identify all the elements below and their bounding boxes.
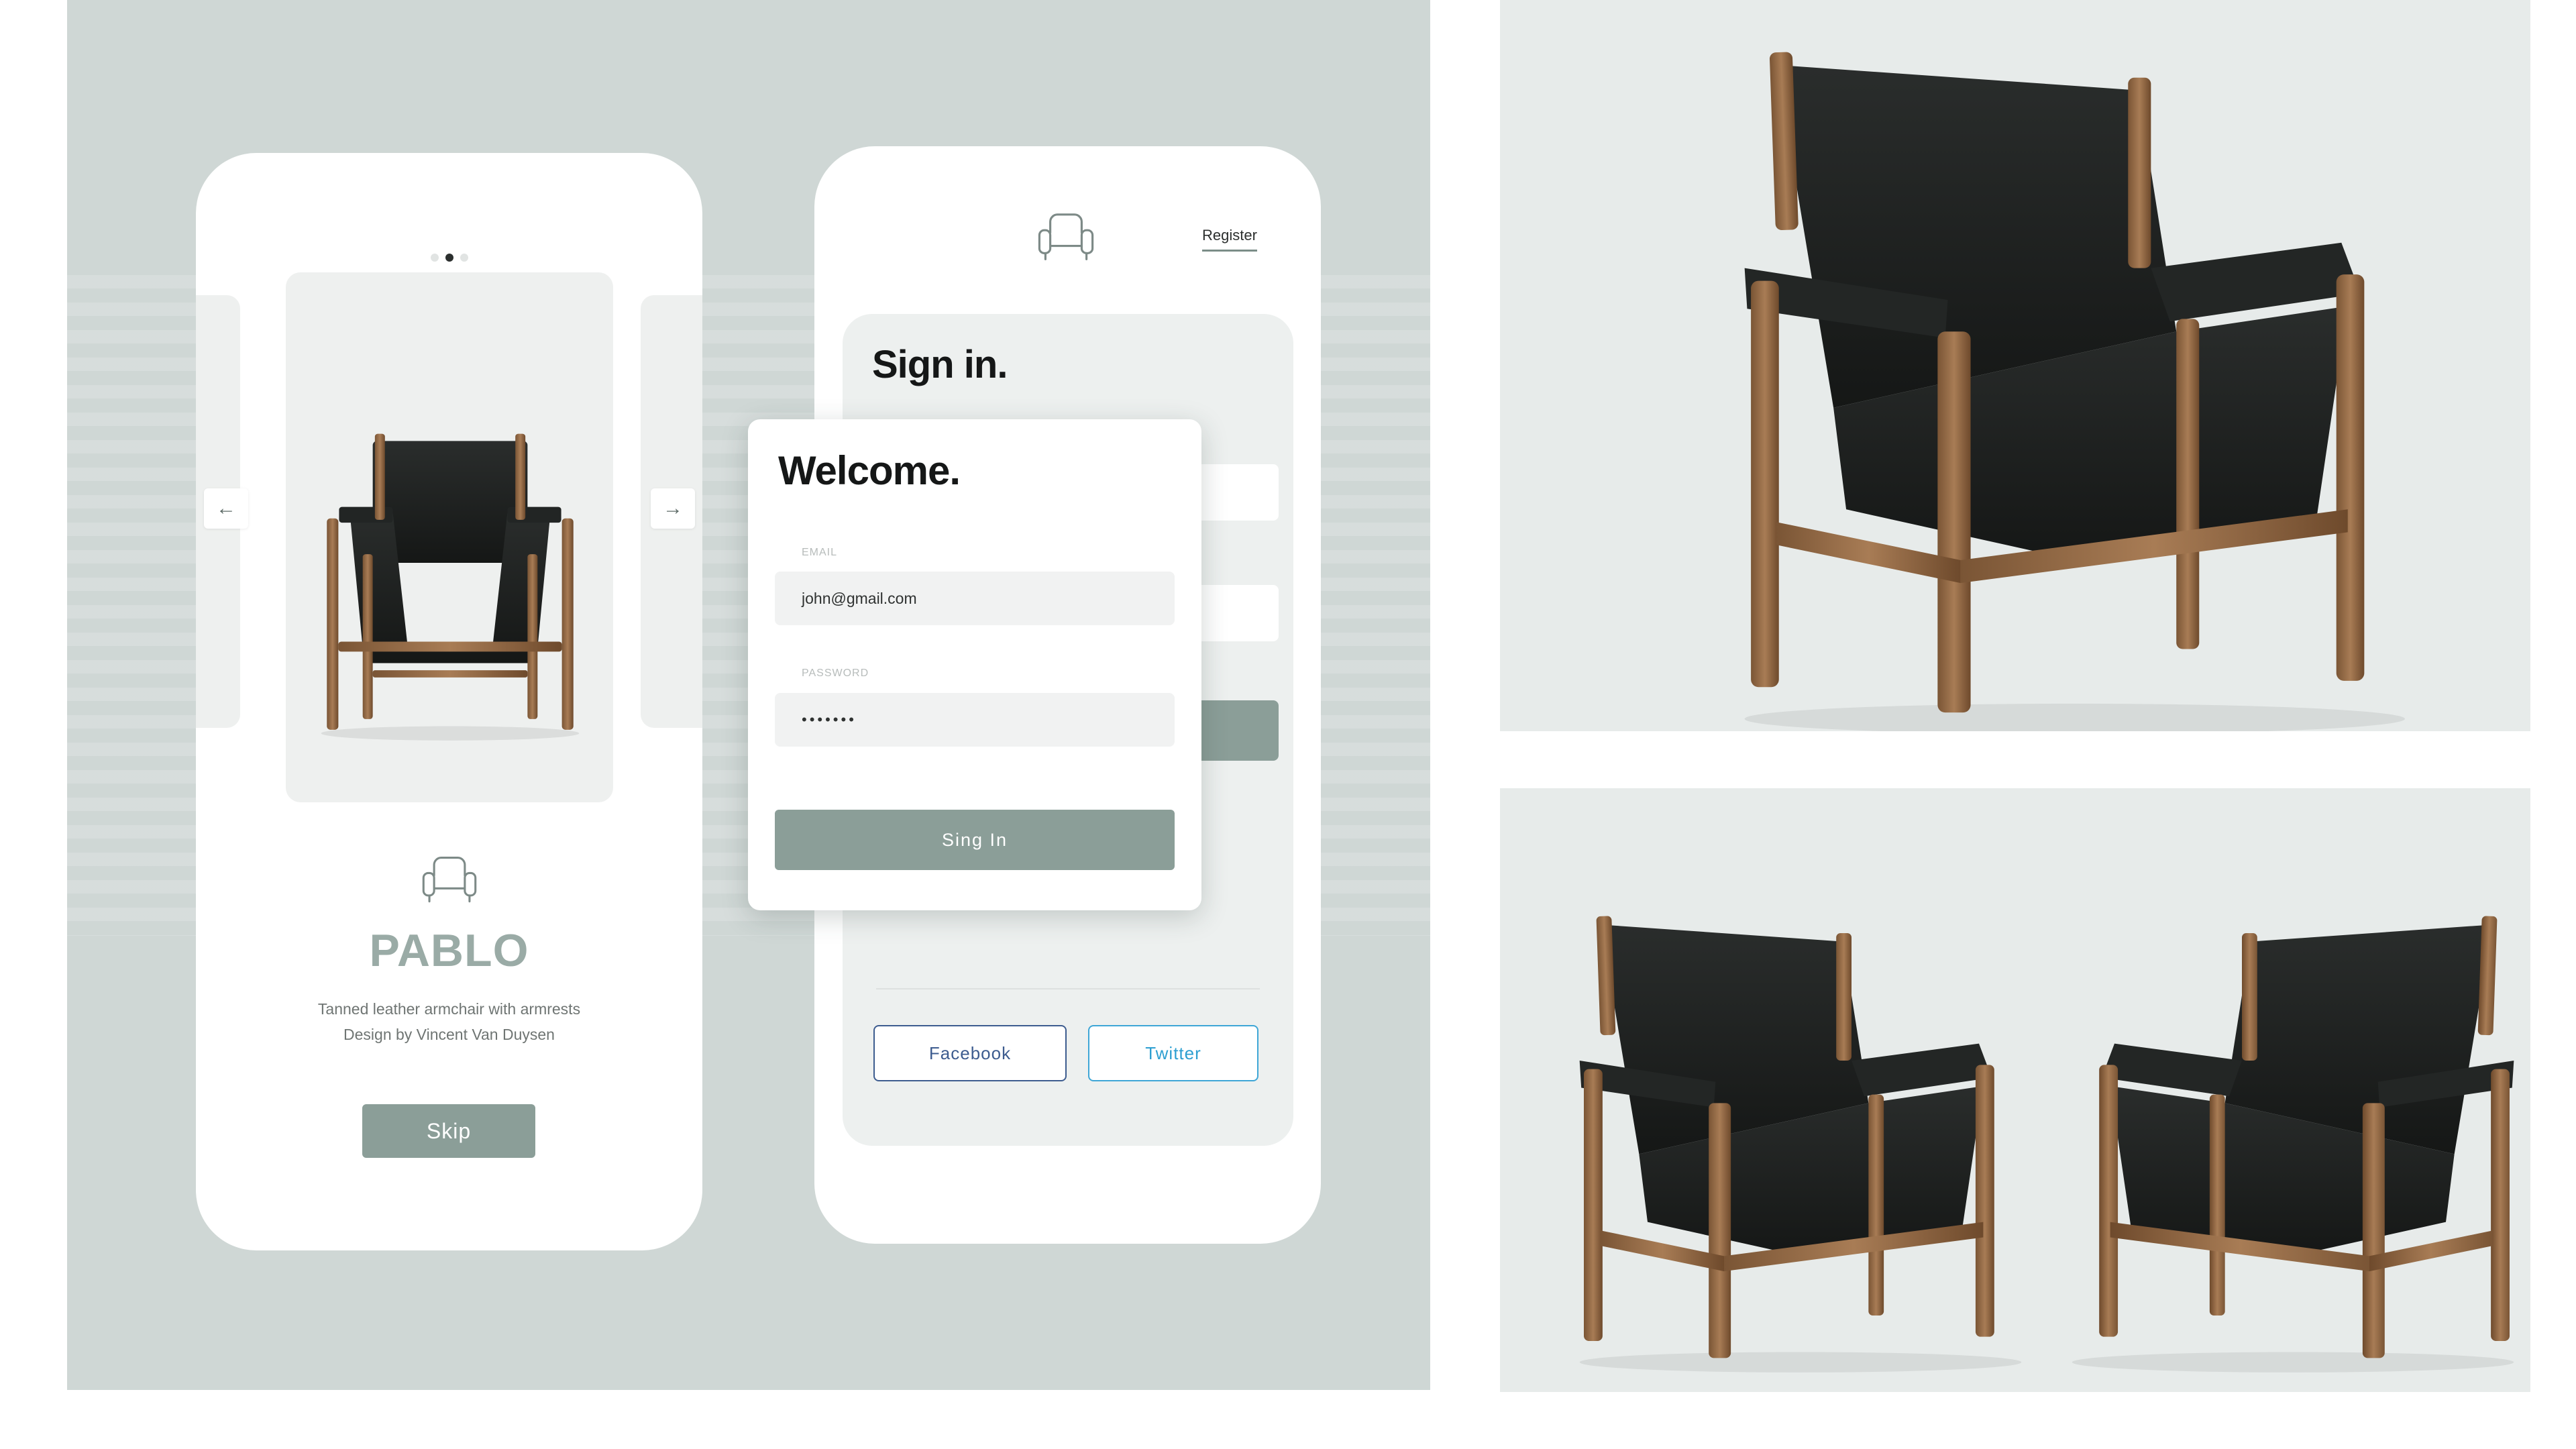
description-line: Tanned leather armchair with armrests: [317, 1000, 581, 1018]
prev-button[interactable]: ←: [204, 488, 248, 529]
facebook-button[interactable]: Facebook: [873, 1025, 1067, 1081]
pager-dot-active[interactable]: [445, 254, 453, 262]
next-button[interactable]: →: [651, 488, 695, 529]
arrow-left-icon: ←: [216, 497, 236, 519]
chair-photo-pair: [1500, 788, 2530, 1392]
welcome-title: Welcome.: [778, 448, 961, 493]
signin-title: Sign in.: [872, 343, 1008, 386]
chair-right-image: [2063, 896, 2530, 1379]
email-input-background[interactable]: [1191, 464, 1279, 521]
password-field[interactable]: •••••••: [775, 693, 1175, 747]
email-label: EMAIL: [802, 547, 838, 558]
product-image-card: [286, 272, 613, 802]
product-name: PABLO: [369, 925, 529, 976]
signin-button-background[interactable]: [1191, 700, 1279, 761]
password-input-background[interactable]: [1191, 585, 1279, 641]
chair-image: [306, 427, 594, 742]
divider: [876, 988, 1260, 989]
armchair-icon: [420, 855, 479, 905]
designer-line: Design by Vincent Van Duysen: [343, 1026, 555, 1043]
product-description: Tanned leather armchair with armrests De…: [196, 996, 702, 1047]
skip-button[interactable]: Skip: [362, 1104, 535, 1158]
arrow-right-icon: →: [663, 497, 683, 519]
twitter-button[interactable]: Twitter: [1088, 1025, 1258, 1081]
register-link[interactable]: Register: [1202, 227, 1257, 252]
chair-left-image: [1520, 896, 2030, 1379]
carousel-pager: [196, 254, 702, 262]
armchair-icon: [1036, 212, 1096, 263]
onboarding-phone: ← → PABLO Tanned leather armchair with a…: [196, 153, 702, 1250]
chair-angle-image: [1634, 27, 2439, 731]
welcome-card: Welcome. EMAIL john@gmail.com PASSWORD •…: [748, 419, 1201, 910]
mockup-background: ← → PABLO Tanned leather armchair with a…: [67, 0, 1430, 1390]
password-label: PASSWORD: [802, 667, 869, 679]
pager-dot[interactable]: [430, 254, 439, 262]
chair-photo-large: [1500, 0, 2530, 731]
pager-dot[interactable]: [460, 254, 468, 262]
sign-in-button[interactable]: Sing In: [775, 810, 1175, 870]
email-field[interactable]: john@gmail.com: [775, 572, 1175, 625]
